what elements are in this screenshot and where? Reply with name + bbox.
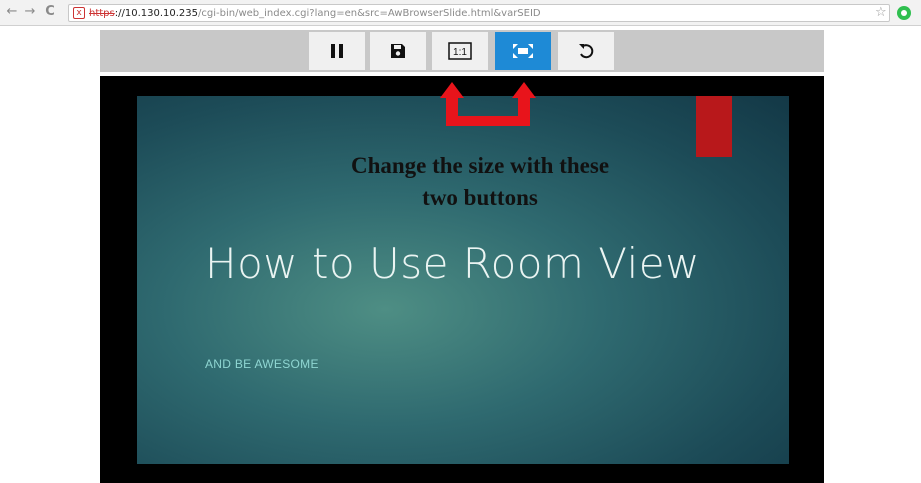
annotation-line-2: two buttons bbox=[422, 185, 538, 210]
actual-size-button[interactable]: 1:1 bbox=[432, 32, 488, 70]
forward-arrow-icon[interactable]: → bbox=[22, 4, 38, 20]
url-scheme: https bbox=[89, 8, 115, 19]
floppy-disk-icon bbox=[391, 44, 405, 58]
address-bar[interactable]: x https://10.130.10.235/cgi-bin/web_inde… bbox=[68, 4, 890, 22]
actual-size-label: 1:1 bbox=[453, 47, 467, 58]
annotation-line-1: Change the size with these bbox=[350, 153, 610, 178]
slide-stage: How to Use Room View AND BE AWESOME bbox=[100, 76, 824, 483]
extension-icon[interactable] bbox=[897, 6, 911, 20]
annotation-text: Change the size with these two buttons bbox=[290, 150, 670, 214]
url-path: /cgi-bin/web_index.cgi?lang=en&src=AwBro… bbox=[198, 8, 541, 19]
url-host: ://10.130.10.235 bbox=[114, 8, 199, 19]
bookmark-star-icon[interactable]: ☆ bbox=[875, 5, 887, 21]
annotation-arrow-icon bbox=[440, 82, 536, 126]
rotate-icon bbox=[579, 44, 594, 59]
browser-chrome: ← → C x https://10.130.10.235/cgi-bin/we… bbox=[0, 0, 921, 26]
one-to-one-icon: 1:1 bbox=[448, 42, 472, 60]
pause-icon bbox=[331, 44, 343, 58]
slide-toolbar: 1:1 bbox=[100, 30, 824, 72]
slide-accent-block bbox=[696, 96, 732, 157]
rotate-button[interactable] bbox=[558, 32, 614, 70]
pause-button[interactable] bbox=[309, 32, 365, 70]
back-arrow-icon[interactable]: ← bbox=[4, 4, 20, 20]
fit-to-window-button[interactable] bbox=[495, 32, 551, 70]
save-button[interactable] bbox=[370, 32, 426, 70]
reload-icon[interactable]: C bbox=[42, 4, 58, 20]
slide-subtitle: AND BE AWESOME bbox=[205, 357, 319, 371]
slide-title: How to Use Room View bbox=[205, 239, 700, 288]
address-bar-url: https://10.130.10.235/cgi-bin/web_index.… bbox=[89, 7, 541, 20]
fit-window-icon bbox=[513, 44, 533, 58]
insecure-connection-icon[interactable]: x bbox=[73, 7, 85, 19]
